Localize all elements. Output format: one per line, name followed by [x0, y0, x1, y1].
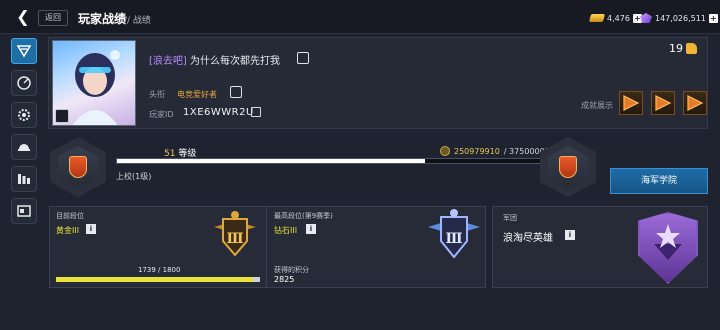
legion-star-icon — [654, 224, 682, 260]
page-title: 玩家战绩 — [78, 12, 127, 26]
breadcrumb: // 战绩 — [124, 16, 151, 26]
experience-current: 250979910 — [454, 146, 500, 156]
profile-panel: [浪去吧] 为什么每次都先打我 头衔 电竞爱好者 玩家ID 1XE6WWR2U … — [48, 37, 708, 129]
rank-progress-bar — [56, 277, 260, 282]
title-label: 头衔 — [149, 90, 165, 99]
achievement-chevron-icon — [687, 95, 704, 111]
achievement-badge[interactable] — [651, 91, 675, 115]
edit-signature-icon[interactable] — [297, 52, 309, 64]
achievement-chevron-icon — [623, 95, 640, 111]
points-label: 获得的积分 — [274, 266, 309, 274]
gear-icon — [18, 109, 30, 121]
back-button[interactable]: 返回 — [38, 10, 68, 26]
sidebar-item-overview[interactable] — [11, 38, 37, 64]
gem-currency: 147,026,511 + — [640, 12, 718, 24]
rank-progress-text: 1739 / 1800 — [138, 266, 181, 274]
military-rank: 上校(1级) — [116, 172, 152, 181]
sidebar-item-rankings[interactable] — [11, 166, 37, 192]
title-value: 电竞爱好者 — [177, 90, 217, 99]
sidebar — [8, 34, 38, 234]
likes-count: 19 — [669, 42, 683, 55]
sidebar-item-radar[interactable] — [11, 70, 37, 96]
add-gems-button[interactable]: + — [708, 13, 718, 23]
gem-amount: 147,026,511 — [655, 13, 706, 23]
diamond-rank-medal-icon: Ⅲ — [428, 209, 480, 259]
avatar-edit-icon[interactable] — [55, 109, 69, 123]
points-value: 2825 — [274, 275, 295, 284]
edit-title-icon[interactable] — [230, 86, 242, 98]
experience-bar — [116, 158, 578, 164]
achievement-label: 成就展示 — [581, 101, 613, 110]
radar-icon — [17, 76, 31, 90]
avatar[interactable] — [52, 40, 136, 126]
signature-text: 为什么每次都先打我 — [190, 56, 280, 67]
sidebar-item-crew[interactable] — [11, 134, 37, 160]
season-stats-panel: 目前段位 黄金III i Ⅲ 1739 / 1800 最高段位(第9赛季) 钻石… — [49, 206, 486, 288]
player-id-label: 玩家ID — [149, 110, 174, 119]
experience-bar-fill — [117, 159, 425, 163]
copy-icon[interactable] — [251, 107, 261, 117]
overview-icon — [16, 45, 32, 58]
next-rank-insignia-icon — [548, 146, 588, 188]
experience-readout: 250979910 / 375000000 — [440, 146, 555, 156]
top-bar: ❮ 返回 玩家战绩 // 战绩 4,476 + 147,026,511 + — [0, 0, 720, 34]
legion-label: 军团 — [503, 214, 517, 222]
legion-info-icon[interactable]: i — [565, 230, 575, 240]
achievement-chevron-icon — [655, 95, 672, 111]
current-rank-info-icon[interactable]: i — [86, 224, 96, 234]
rank-insignia-icon — [58, 146, 98, 188]
best-rank-value: 钻石III — [274, 226, 298, 235]
back-arrow-icon[interactable]: ❮ — [14, 8, 32, 26]
id-card-icon — [17, 205, 31, 217]
naval-academy-button[interactable]: 海军学院 — [610, 168, 708, 194]
signature-tag: [浪去吧] — [149, 56, 187, 67]
gem-icon — [640, 13, 652, 23]
legion-panel: 军团 浪淘尽英雄 i — [492, 206, 708, 288]
experience-icon — [440, 146, 450, 156]
gold-rank-medal-icon: Ⅲ — [214, 211, 256, 257]
sidebar-item-card[interactable] — [11, 198, 37, 224]
gold-currency: 4,476 + — [588, 12, 642, 24]
divider — [266, 207, 267, 287]
current-rank-value: 黄金III — [56, 226, 80, 235]
sidebar-item-parts[interactable] — [11, 102, 37, 128]
gold-amount: 4,476 — [607, 13, 630, 23]
signature: [浪去吧] 为什么每次都先打我 — [149, 52, 280, 67]
thumbs-up-icon — [686, 43, 697, 54]
likes[interactable]: 19 — [669, 42, 697, 55]
svg-text:Ⅲ: Ⅲ — [445, 231, 462, 247]
ranking-bars-icon — [18, 174, 30, 184]
legion-emblem-icon — [638, 212, 698, 284]
player-id: 1XE6WWR2U — [183, 107, 254, 118]
current-rank-label: 目前段位 — [56, 212, 84, 220]
best-rank-info-icon[interactable]: i — [306, 224, 316, 234]
helmet-icon — [18, 144, 30, 151]
svg-text:Ⅲ: Ⅲ — [226, 231, 243, 247]
achievement-badge[interactable] — [619, 91, 643, 115]
rank-progress-fill — [56, 277, 254, 282]
legion-name: 浪淘尽英雄 — [503, 233, 553, 244]
achievement-badge[interactable] — [683, 91, 707, 115]
level-area: 51 等级 250979910 / 375000000 上校(1级) — [48, 132, 608, 202]
best-rank-label: 最高段位(第9赛季) — [274, 212, 333, 220]
rank-emblem-left — [50, 137, 106, 197]
gold-bar-icon — [588, 14, 606, 22]
